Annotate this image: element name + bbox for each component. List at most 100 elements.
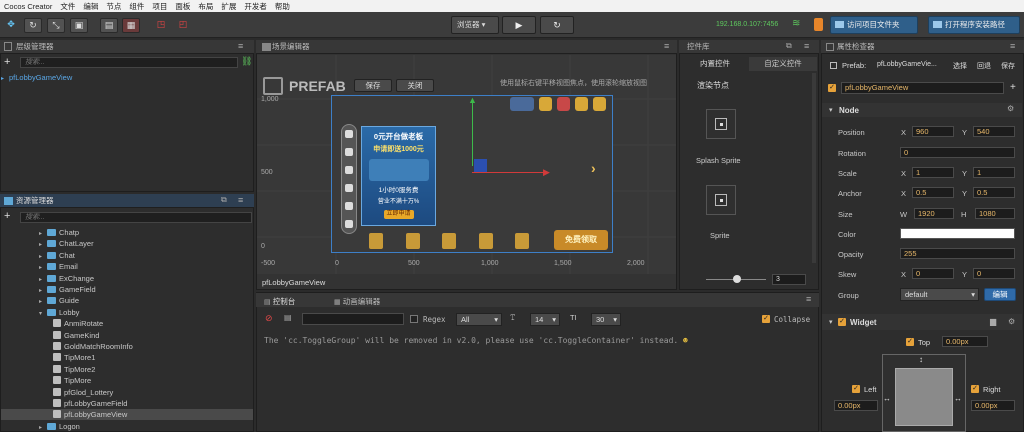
anchor-icon[interactable]: ◳ xyxy=(152,18,170,33)
top-icon[interactable] xyxy=(510,97,534,111)
menu-icon[interactable]: ≡ xyxy=(804,41,809,51)
tab-builtin-widgets[interactable]: 内置控件 xyxy=(681,57,749,71)
bottom-task-icon[interactable] xyxy=(406,233,420,249)
gear-icon[interactable]: ⚙ xyxy=(1008,317,1015,326)
free-gift-button[interactable]: 免费领取 xyxy=(554,230,608,250)
play-icon[interactable]: ▶ xyxy=(502,16,536,34)
gizmo-y-arrow-icon[interactable]: ▲ xyxy=(468,95,477,105)
bottom-settings-icon[interactable] xyxy=(515,233,529,249)
open-install-path-button[interactable]: 打开程序安装路径 xyxy=(928,16,1020,34)
sprite-icon[interactable] xyxy=(706,185,736,215)
menu-icon[interactable]: ≡ xyxy=(664,41,669,51)
log-level-select[interactable]: All ▾ xyxy=(456,313,502,326)
snap-icon[interactable]: ◰ xyxy=(174,18,192,33)
zoom-slider-thumb[interactable] xyxy=(733,275,741,283)
size-h-input[interactable]: 1080 xyxy=(975,208,1015,219)
asset-prefab[interactable]: TipMore xyxy=(1,375,253,386)
side-menu-bar[interactable] xyxy=(341,124,357,234)
collapse-checkbox[interactable]: ✓ xyxy=(762,315,770,323)
prefab-save-button[interactable]: 保存 xyxy=(1001,61,1015,71)
group-select[interactable]: default ▾ xyxy=(900,288,979,301)
console-filter-input[interactable] xyxy=(302,313,404,325)
menu-help[interactable]: 帮助 xyxy=(271,1,294,12)
tab-console[interactable]: ▤ 控制台 xyxy=(264,296,295,307)
anchor-x-input[interactable]: 0.5 xyxy=(912,187,954,198)
rotate-tool-icon[interactable]: ↻ xyxy=(24,18,42,33)
add-asset-icon[interactable]: + xyxy=(4,210,10,222)
global-pivot-icon[interactable]: ▦ xyxy=(122,18,140,33)
right-input[interactable]: 0.00px xyxy=(971,400,1015,411)
top-align-arrow-icon[interactable]: ↕ xyxy=(919,355,923,364)
notification-icon[interactable] xyxy=(814,18,823,31)
move-tool-icon[interactable]: ✥ xyxy=(4,18,18,33)
skew-y-input[interactable]: 0 xyxy=(973,268,1015,279)
promo-banner[interactable]: 0元开台做老板 申请即送1000元 1小时0服务费 营业不满十万% 立即申请 xyxy=(361,126,436,226)
asset-folder[interactable]: ▸ Chat xyxy=(1,250,253,261)
top-icon[interactable] xyxy=(539,97,552,111)
menu-edit[interactable]: 编辑 xyxy=(79,1,102,12)
next-arrow-icon[interactable]: › xyxy=(591,160,596,176)
menu-layout[interactable]: 布局 xyxy=(194,1,217,12)
menu-node[interactable]: 节点 xyxy=(102,1,125,12)
prefab-close-button[interactable]: 关闭 xyxy=(396,79,434,92)
popout-icon[interactable]: ⧉ xyxy=(221,195,227,205)
scale-y-input[interactable]: 1 xyxy=(973,167,1015,178)
menu-panel[interactable]: 面板 xyxy=(171,1,194,12)
skew-x-input[interactable]: 0 xyxy=(912,268,954,279)
open-project-folder-button[interactable]: 访问项目文件夹 xyxy=(830,16,918,34)
top-icon[interactable] xyxy=(575,97,588,111)
line-height-select[interactable]: 30 ▾ xyxy=(591,313,621,326)
menu-icon[interactable]: ≡ xyxy=(238,195,243,205)
prefab-save-button[interactable]: 保存 xyxy=(354,79,392,92)
asset-folder[interactable]: ▸ Guide xyxy=(1,295,253,306)
local-pivot-icon[interactable]: ▤ xyxy=(100,18,118,33)
hierarchy-search-input[interactable]: 搜索... xyxy=(20,57,238,68)
anchor-y-input[interactable]: 0.5 xyxy=(973,187,1015,198)
bottom-mail-icon[interactable] xyxy=(479,233,493,249)
gizmo-x-axis[interactable] xyxy=(472,172,546,173)
expand-arrow-icon[interactable]: ▸ xyxy=(1,74,9,85)
asset-folder[interactable]: ▸ Logon xyxy=(1,421,253,432)
asset-folder[interactable]: ▸ Chatp xyxy=(1,227,253,238)
asset-prefab[interactable]: AnmiRotate xyxy=(1,318,253,329)
font-size-select[interactable]: 14 ▾ xyxy=(530,313,560,326)
zoom-value-input[interactable]: 3 xyxy=(772,274,806,285)
asset-prefab[interactable]: TipMore1 xyxy=(1,352,253,363)
scale-x-input[interactable]: 1 xyxy=(912,167,954,178)
widget-enabled-checkbox[interactable]: ✓ xyxy=(838,318,846,326)
bottom-shop-icon[interactable] xyxy=(369,233,383,249)
clear-console-icon[interactable]: ⊘ xyxy=(265,313,273,324)
asset-folder[interactable]: ▸ GameField xyxy=(1,284,253,295)
popout-icon[interactable]: ⧉ xyxy=(786,41,792,51)
splash-sprite-icon[interactable] xyxy=(706,109,736,139)
size-w-input[interactable]: 1920 xyxy=(914,208,954,219)
right-align-arrow-icon[interactable]: ↔ xyxy=(954,394,962,403)
regex-checkbox[interactable] xyxy=(410,315,418,323)
position-y-input[interactable]: 540 xyxy=(973,126,1015,137)
banner-apply-button[interactable]: 立即申请 xyxy=(383,210,414,219)
menu-project[interactable]: 项目 xyxy=(148,1,171,12)
gizmo-x-arrow-icon[interactable]: ▶ xyxy=(543,167,550,178)
top-checkbox[interactable]: ✓ xyxy=(906,338,914,346)
collapse-arrow-icon[interactable]: ▾ xyxy=(829,318,833,326)
asset-prefab[interactable]: TipMore2 xyxy=(1,364,253,375)
menu-extension[interactable]: 扩展 xyxy=(217,1,240,12)
menu-file[interactable]: 文件 xyxy=(56,1,79,12)
chevron-right-icon[interactable]: ▸ xyxy=(39,423,47,432)
menu-developer[interactable]: 开发者 xyxy=(240,1,271,12)
assets-search-input[interactable]: 搜索... xyxy=(20,212,252,223)
asset-folder[interactable]: ▸ Email xyxy=(1,261,253,272)
rotation-input[interactable]: 0 xyxy=(900,147,1015,158)
add-component-icon[interactable]: + xyxy=(1010,82,1016,93)
asset-prefab[interactable]: GoldMatchRoomInfo xyxy=(1,341,253,352)
menu-icon[interactable]: ≡ xyxy=(806,294,811,304)
asset-prefab[interactable]: pfLobbyGameView xyxy=(1,409,253,421)
color-swatch[interactable] xyxy=(900,228,1015,239)
node-name-input[interactable]: pfLobbyGameView xyxy=(841,82,1004,94)
left-input[interactable]: 0.00px xyxy=(834,400,878,411)
tab-animation[interactable]: ▦ 动画编辑器 xyxy=(334,296,380,307)
scale-tool-icon[interactable]: ⤡ xyxy=(47,18,65,33)
prefab-select-button[interactable]: 选择 xyxy=(953,61,967,71)
opacity-input[interactable]: 255 xyxy=(900,248,1015,259)
hierarchy-root-node[interactable]: ▸ pfLobbyGameView xyxy=(1,72,253,83)
